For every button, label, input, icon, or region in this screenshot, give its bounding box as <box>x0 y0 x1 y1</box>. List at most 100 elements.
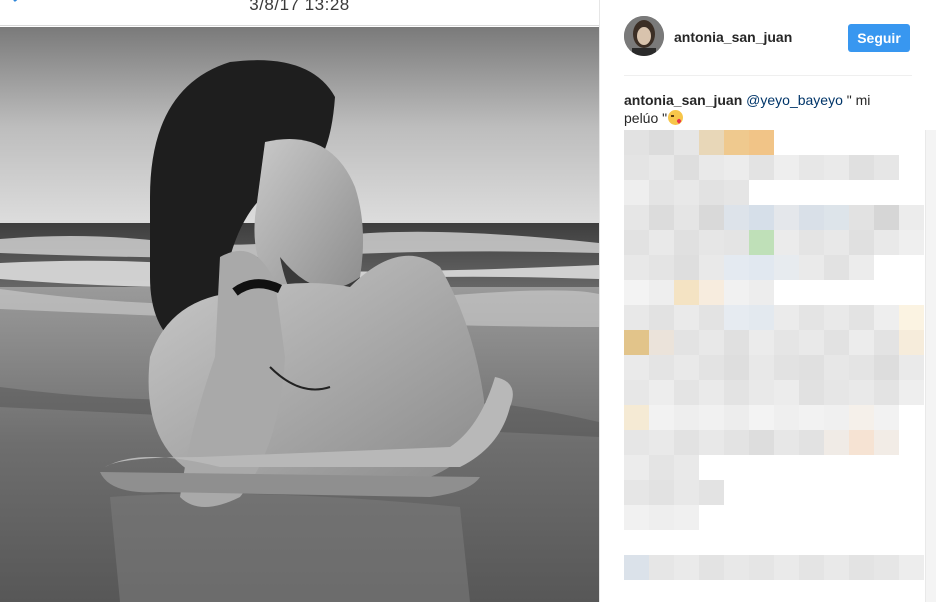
mosaic-cell <box>849 380 874 405</box>
mosaic-cell <box>749 430 774 455</box>
mosaic-cell <box>799 330 824 355</box>
mosaic-cell <box>649 430 674 455</box>
follow-button[interactable]: Seguir <box>848 24 910 52</box>
mosaic-cell <box>849 330 874 355</box>
mosaic-cell <box>774 380 799 405</box>
mosaic-cell <box>674 430 699 455</box>
mosaic-cell <box>624 555 649 580</box>
mosaic-cell <box>649 505 674 530</box>
mosaic-cell <box>799 155 824 180</box>
mosaic-cell <box>699 555 724 580</box>
mosaic-cell <box>674 230 699 255</box>
mosaic-cell <box>699 305 724 330</box>
mosaic-cell <box>799 305 824 330</box>
pixelated-comments-mosaic <box>624 130 924 580</box>
mosaic-cell <box>674 555 699 580</box>
mosaic-cell <box>749 130 774 155</box>
mosaic-cell <box>849 230 874 255</box>
mosaic-cell <box>724 130 749 155</box>
comments-scrollbar[interactable] <box>925 130 936 602</box>
mosaic-cell <box>699 205 724 230</box>
mosaic-cell <box>874 405 899 430</box>
mosaic-cell <box>774 255 799 280</box>
mosaic-cell <box>649 380 674 405</box>
post-author-username[interactable]: antonia_san_juan <box>674 29 792 45</box>
mosaic-cell <box>624 380 649 405</box>
mosaic-cell <box>624 480 649 505</box>
mosaic-cell <box>749 230 774 255</box>
mosaic-cell <box>649 455 674 480</box>
mosaic-cell <box>624 130 649 155</box>
mosaic-cell <box>749 155 774 180</box>
mosaic-cell <box>624 455 649 480</box>
mosaic-cell <box>674 205 699 230</box>
mosaic-cell <box>749 555 774 580</box>
mosaic-cell <box>749 280 774 305</box>
mosaic-cell <box>824 430 849 455</box>
post-timestamp: 3/8/17 13:28 <box>249 0 350 14</box>
mosaic-cell <box>874 330 899 355</box>
window-top-bar: 3/8/17 13:28 <box>0 0 599 26</box>
mosaic-cell <box>699 405 724 430</box>
mosaic-cell <box>674 330 699 355</box>
post-side-panel: antonia_san_juan Seguir antonia_san_juan… <box>599 0 936 602</box>
mosaic-cell <box>699 480 724 505</box>
post-photo[interactable] <box>0 27 599 602</box>
mosaic-cell <box>649 155 674 180</box>
mosaic-cell <box>699 255 724 280</box>
caption-author[interactable]: antonia_san_juan <box>624 92 742 108</box>
mosaic-cell <box>624 430 649 455</box>
mosaic-cell <box>874 430 899 455</box>
mosaic-cell <box>774 405 799 430</box>
avatar[interactable] <box>624 16 664 56</box>
mosaic-cell <box>624 355 649 380</box>
mosaic-cell <box>674 255 699 280</box>
mosaic-cell <box>799 555 824 580</box>
mosaic-cell <box>899 205 924 230</box>
mosaic-cell <box>774 355 799 380</box>
mosaic-cell <box>899 380 924 405</box>
mosaic-cell <box>649 480 674 505</box>
mosaic-cell <box>849 555 874 580</box>
mosaic-cell <box>824 230 849 255</box>
mosaic-cell <box>874 355 899 380</box>
post-caption: antonia_san_juan @yeyo_bayeyo " mi pelúo… <box>624 91 894 127</box>
mosaic-cell <box>749 330 774 355</box>
mosaic-cell <box>774 330 799 355</box>
mosaic-cell <box>799 205 824 230</box>
mosaic-cell <box>874 205 899 230</box>
caption-mention-link[interactable]: @yeyo_bayeyo <box>746 92 843 108</box>
mosaic-cell <box>899 355 924 380</box>
mosaic-cell <box>824 355 849 380</box>
mosaic-cell <box>724 355 749 380</box>
mosaic-cell <box>674 180 699 205</box>
mosaic-cell <box>824 305 849 330</box>
mosaic-cell <box>849 355 874 380</box>
mosaic-cell <box>724 405 749 430</box>
mosaic-cell <box>649 305 674 330</box>
mosaic-cell <box>824 155 849 180</box>
mosaic-cell <box>849 205 874 230</box>
mosaic-cell <box>824 205 849 230</box>
mosaic-cell <box>624 205 649 230</box>
mosaic-cell <box>649 280 674 305</box>
mosaic-cell <box>724 280 749 305</box>
mosaic-cell <box>624 255 649 280</box>
mosaic-cell <box>674 480 699 505</box>
mosaic-cell <box>849 305 874 330</box>
mosaic-cell <box>674 380 699 405</box>
mosaic-cell <box>749 255 774 280</box>
mosaic-cell <box>749 205 774 230</box>
mosaic-cell <box>799 405 824 430</box>
mosaic-cell <box>674 455 699 480</box>
mosaic-cell <box>774 205 799 230</box>
mosaic-cell <box>824 555 849 580</box>
beach-photo-image <box>0 27 599 602</box>
mosaic-cell <box>699 230 724 255</box>
mosaic-cell <box>749 355 774 380</box>
mosaic-cell <box>649 330 674 355</box>
mosaic-cell <box>649 230 674 255</box>
mosaic-cell <box>824 255 849 280</box>
mosaic-cell <box>649 130 674 155</box>
mosaic-cell <box>699 130 724 155</box>
